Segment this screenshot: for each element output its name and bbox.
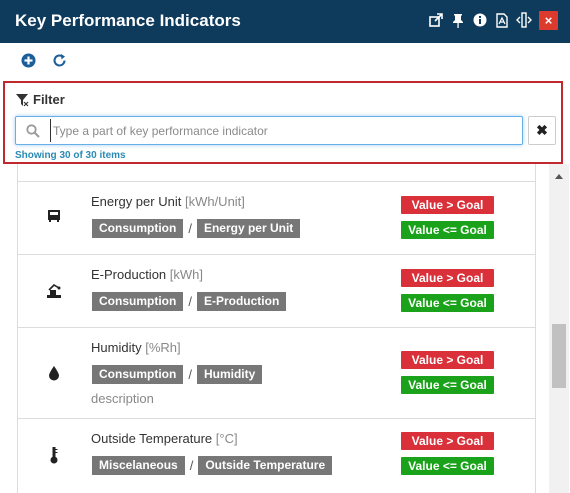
category-tag[interactable]: Consumption [92, 292, 184, 311]
pin-icon[interactable] [449, 10, 467, 30]
popout-icon[interactable] [427, 10, 445, 30]
badge-value-over-goal: Value > Goal [401, 351, 494, 369]
badge-value-under-goal: Value <= Goal [401, 294, 494, 312]
kpi-tag[interactable]: Humidity [196, 365, 263, 384]
kpi-name: Humidity [%Rh] [91, 340, 181, 355]
kpi-row[interactable]: Energy per Unit [kWh/Unit] Consumption /… [18, 181, 535, 254]
kpi-name: Outside Temperature [°C] [91, 431, 238, 446]
kpi-unit: [kWh] [169, 267, 204, 282]
meter-icon [46, 207, 62, 225]
filter-header: Filter [15, 92, 65, 107]
resize-icon[interactable] [515, 10, 533, 30]
items-count: Showing 30 of 30 items [15, 150, 126, 161]
list-scrollbar[interactable] [549, 164, 569, 493]
kpi-tags: Consumption / Humidity [92, 365, 263, 384]
list-border-right [535, 164, 536, 493]
close-button[interactable]: × [539, 10, 558, 30]
pdf-icon[interactable] [493, 10, 511, 30]
production-icon [46, 282, 62, 300]
category-tag[interactable]: Miscelaneous [92, 456, 185, 475]
window-title: Key Performance Indicators [15, 11, 241, 30]
scroll-thumb[interactable] [552, 324, 566, 388]
thermometer-icon [46, 446, 62, 464]
kpi-unit: [%Rh] [145, 340, 181, 355]
category-tag[interactable]: Consumption [92, 219, 184, 238]
kpi-row[interactable]: Humidity [%Rh] Consumption / Humidity de… [18, 327, 535, 418]
search-input[interactable] [50, 119, 518, 142]
kpi-tags: Consumption / E-Production [92, 292, 287, 311]
kpi-row[interactable]: E-Production [kWh] Consumption / E-Produ… [18, 254, 535, 327]
toolbar [20, 52, 82, 69]
drop-icon [46, 364, 62, 382]
filter-label: Filter [33, 92, 65, 107]
kpi-name: E-Production [kWh] [91, 267, 204, 282]
badge-value-over-goal: Value > Goal [401, 196, 494, 214]
kpi-unit: [°C] [215, 431, 238, 446]
kpi-tag[interactable]: E-Production [196, 292, 287, 311]
search-icon [26, 124, 40, 138]
search-box [15, 116, 523, 145]
kpi-tag[interactable]: Energy per Unit [196, 219, 301, 238]
kpi-tags: Miscelaneous / Outside Temperature [92, 456, 333, 475]
filter-icon [16, 93, 29, 106]
scroll-up-arrow-icon[interactable] [555, 174, 563, 179]
kpi-row[interactable]: Outside Temperature [°C] Miscelaneous / … [18, 418, 535, 493]
kpi-description: description [91, 391, 154, 406]
kpi-tags: Consumption / Energy per Unit [92, 219, 301, 238]
filter-panel: Filter ✖ Showing 30 of 30 items [3, 81, 563, 164]
clear-filter-button[interactable]: ✖ [528, 116, 556, 145]
kpi-unit: [kWh/Unit] [184, 194, 245, 209]
badge-value-under-goal: Value <= Goal [401, 221, 494, 239]
info-icon[interactable] [471, 10, 489, 30]
kpi-name: Energy per Unit [kWh/Unit] [91, 194, 245, 209]
refresh-icon[interactable] [51, 52, 68, 69]
title-bar-actions: × [423, 10, 558, 30]
badge-value-over-goal: Value > Goal [401, 269, 494, 287]
kpi-tag[interactable]: Outside Temperature [198, 456, 333, 475]
add-icon[interactable] [20, 52, 37, 69]
title-bar: Key Performance Indicators × [0, 0, 570, 43]
badge-value-under-goal: Value <= Goal [401, 457, 494, 475]
badge-value-under-goal: Value <= Goal [401, 376, 494, 394]
category-tag[interactable]: Consumption [92, 365, 184, 384]
badge-value-over-goal: Value > Goal [401, 432, 494, 450]
